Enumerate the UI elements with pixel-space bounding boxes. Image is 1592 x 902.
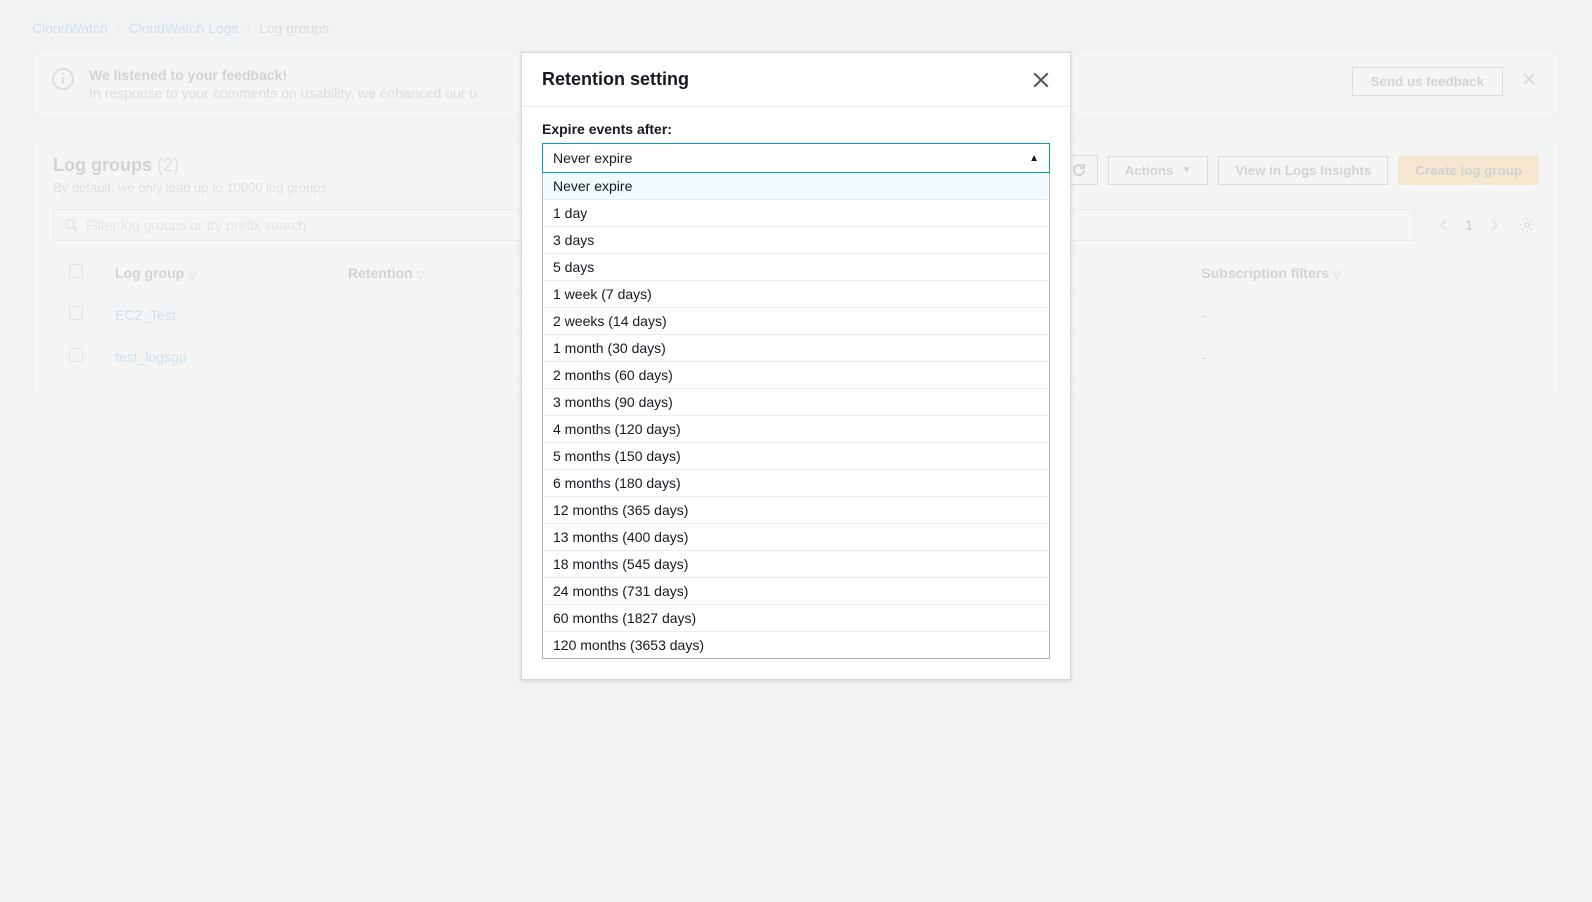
retention-option[interactable]: 120 months (3653 days) xyxy=(543,632,1049,658)
retention-option[interactable]: 3 days xyxy=(543,227,1049,254)
retention-option[interactable]: 60 months (1827 days) xyxy=(543,605,1049,632)
close-icon[interactable] xyxy=(1032,71,1050,89)
retention-option[interactable]: Never expire xyxy=(543,173,1049,200)
retention-option[interactable]: 4 months (120 days) xyxy=(543,416,1049,443)
retention-option[interactable]: 1 week (7 days) xyxy=(543,281,1049,308)
caret-up-icon: ▲ xyxy=(1029,153,1039,164)
modal-overlay[interactable]: Retention setting Expire events after: N… xyxy=(0,0,1592,902)
modal-title: Retention setting xyxy=(542,69,689,90)
retention-option[interactable]: 13 months (400 days) xyxy=(543,524,1049,551)
retention-option[interactable]: 18 months (545 days) xyxy=(543,551,1049,578)
retention-option[interactable]: 1 day xyxy=(543,200,1049,227)
retention-option[interactable]: 2 weeks (14 days) xyxy=(543,308,1049,335)
retention-option[interactable]: 5 months (150 days) xyxy=(543,443,1049,470)
retention-option[interactable]: 1 month (30 days) xyxy=(543,335,1049,362)
retention-option[interactable]: 12 months (365 days) xyxy=(543,497,1049,524)
retention-option[interactable]: 3 months (90 days) xyxy=(543,389,1049,416)
retention-setting-modal: Retention setting Expire events after: N… xyxy=(521,52,1071,680)
retention-option[interactable]: 2 months (60 days) xyxy=(543,362,1049,389)
retention-select[interactable]: Never expire ▲ xyxy=(542,143,1050,173)
retention-option[interactable]: 24 months (731 days) xyxy=(543,578,1049,605)
retention-option[interactable]: 6 months (180 days) xyxy=(543,470,1049,497)
retention-option[interactable]: 5 days xyxy=(543,254,1049,281)
retention-dropdown: Never expire1 day3 days5 days1 week (7 d… xyxy=(542,173,1050,659)
expire-events-label: Expire events after: xyxy=(542,121,1050,137)
selected-value: Never expire xyxy=(553,150,632,166)
